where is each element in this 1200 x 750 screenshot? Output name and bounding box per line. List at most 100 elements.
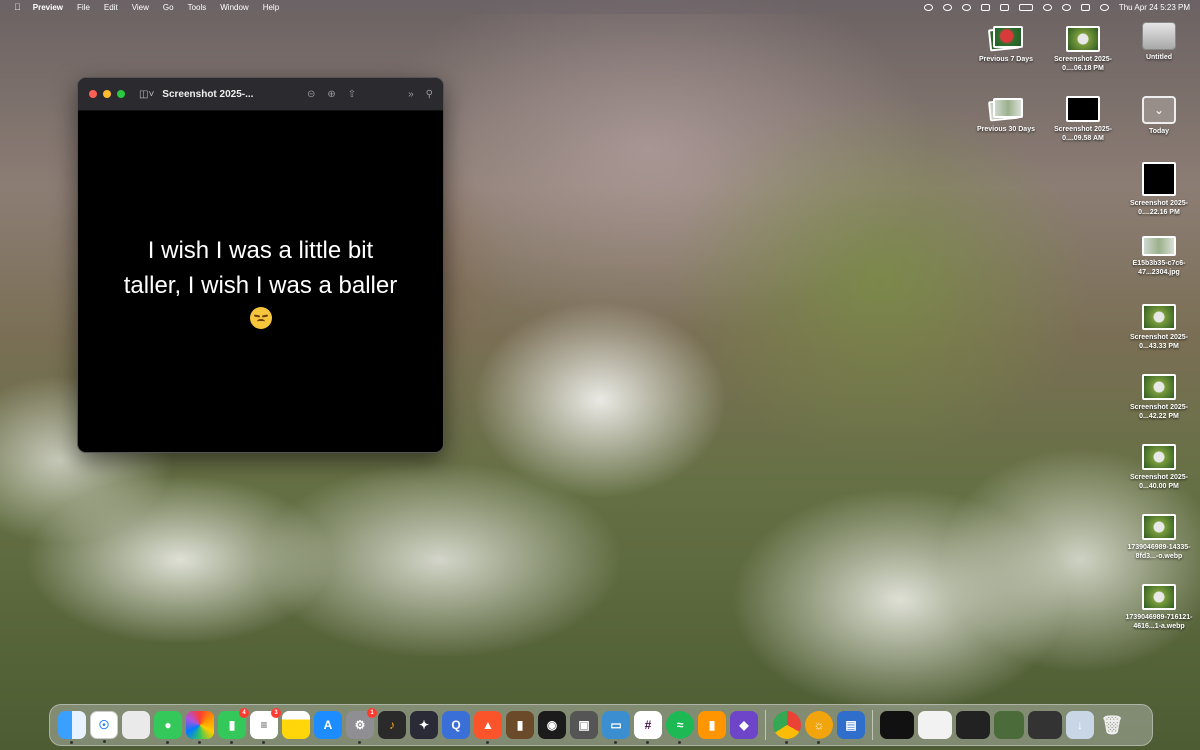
desktop-item-label: Previous 30 Days <box>977 126 1035 133</box>
desktop-item-previous-7-days[interactable]: Previous 7 Days <box>968 26 1044 64</box>
zoom-out-icon[interactable]: ⊝ <box>307 89 315 100</box>
desktop-item-screenshot-2[interactable]: Screenshot 2025-0....09.58 AM <box>1045 96 1121 143</box>
spotify-icon[interactable]: ≈ <box>666 711 694 744</box>
trash-icon[interactable]: 🗑 <box>1098 711 1126 739</box>
calibre-icon[interactable]: ▮ <box>506 711 534 739</box>
system-settings-icon[interactable]: ⚙ 1 <box>346 708 377 744</box>
menu-go[interactable]: Go <box>163 3 174 12</box>
zoom-button[interactable] <box>117 90 125 98</box>
document-content: I wish I was a little bit taller, I wish… <box>78 110 443 452</box>
search-icon[interactable]: ⚲ <box>426 89 433 100</box>
minimized-window-1-icon[interactable] <box>880 711 914 739</box>
downloads-stack-icon[interactable]: ↓ <box>1066 711 1094 739</box>
desktop-item-webp-2[interactable]: 1739046989-716121-4616...1-a.webp <box>1121 584 1197 631</box>
obsidian-icon[interactable]: ◆ <box>730 711 758 739</box>
image-thumbnail-icon <box>1142 584 1176 610</box>
desktop-item-label: 1739046989-716121-4616...1-a.webp <box>1125 614 1193 630</box>
spotlight-search-icon[interactable] <box>1061 3 1071 11</box>
menu-view[interactable]: View <box>132 3 149 12</box>
facetime-icon[interactable]: ▮ 4 <box>218 708 249 744</box>
desktop-item-label: Today <box>1148 128 1170 135</box>
pensive-face-icon <box>249 307 272 329</box>
quicktime-icon[interactable]: Q <box>442 711 470 739</box>
menu-app-name[interactable]: Preview <box>33 3 63 12</box>
reminders-icon[interactable]: ≡ 3 <box>250 708 281 744</box>
battery-icon[interactable] <box>1018 3 1033 11</box>
traffic-lights <box>89 90 125 98</box>
desktop-item-label: Screenshot 2025-0...40.00 PM <box>1130 474 1188 490</box>
desktop-item-screenshot-1[interactable]: Screenshot 2025-0....06.18 PM <box>1045 26 1121 73</box>
image-thumbnail-icon <box>1066 96 1100 122</box>
minimize-button[interactable] <box>103 90 111 98</box>
slack-icon[interactable]: # <box>634 711 662 744</box>
control-center-icon[interactable] <box>1080 3 1090 11</box>
messages-icon[interactable]: ● <box>154 711 182 744</box>
photos-icon[interactable] <box>186 711 214 744</box>
sidebar-toggle-icon[interactable]: ◫˅ <box>139 89 154 100</box>
wifi-icon[interactable] <box>1042 3 1052 11</box>
desktop-item-label: Screenshot 2025-0...43.33 PM <box>1130 334 1188 350</box>
volume-icon[interactable] <box>980 3 990 11</box>
menu-tools[interactable]: Tools <box>188 3 207 12</box>
minimized-window-3-icon[interactable] <box>956 711 990 739</box>
zoom-in-icon[interactable]: ⊕ <box>327 89 335 100</box>
document-text-line-1: I wish I was a little bit <box>147 237 374 264</box>
folder-icon: ⌄ <box>1142 96 1176 124</box>
menu-edit[interactable]: Edit <box>104 3 118 12</box>
garageband-icon[interactable]: ♪ <box>378 711 406 739</box>
books-icon[interactable]: ▮ <box>698 711 726 739</box>
close-button[interactable] <box>89 90 97 98</box>
menu-clock[interactable]: Thu Apr 24 5:23 PM <box>1119 3 1190 12</box>
notes-icon[interactable] <box>282 711 310 739</box>
brave-browser-icon[interactable]: ▲ <box>474 711 502 744</box>
play-icon[interactable] <box>942 3 952 11</box>
preview-app-icon[interactable]: ▤ <box>837 711 865 739</box>
desktop-item-label: Screenshot 2025-0....06.18 PM <box>1054 56 1112 72</box>
finder-icon[interactable] <box>58 711 86 744</box>
desktop-item-screenshot-5[interactable]: Screenshot 2025-0...42.22 PM <box>1121 374 1197 421</box>
launchpad-icon[interactable] <box>122 711 150 739</box>
disk-drive-icon <box>1142 22 1176 50</box>
davinci-resolve-icon[interactable]: ✦ <box>410 711 438 739</box>
chrome-icon[interactable] <box>773 711 801 744</box>
share-icon[interactable]: ⇧ <box>348 89 356 100</box>
app-store-icon[interactable]: A <box>314 711 342 739</box>
desktop-item-webp-1[interactable]: 1739046989-14335-8fd3...-o.webp <box>1121 514 1197 561</box>
desktop-item-screenshot-4[interactable]: Screenshot 2025-0...43.33 PM <box>1121 304 1197 351</box>
desktop-item-label: Screenshot 2025-0....09.58 AM <box>1054 126 1112 142</box>
image-thumbnail-icon <box>1142 444 1176 470</box>
user-icon[interactable] <box>923 3 933 11</box>
menu-window[interactable]: Window <box>220 3 248 12</box>
minimized-window-2-icon[interactable] <box>918 711 952 739</box>
reminders-badge: 3 <box>271 708 281 718</box>
apple-menu-icon[interactable]:  <box>14 2 21 12</box>
desktop-item-today-folder[interactable]: ⌄ Today <box>1121 96 1197 136</box>
desktop-item-screenshot-6[interactable]: Screenshot 2025-0...40.00 PM <box>1121 444 1197 491</box>
desktop-item-label: Screenshot 2025-0....22.16 PM <box>1130 200 1188 216</box>
screen-sharing-icon[interactable]: ▭ <box>602 711 630 744</box>
minimized-window-4-icon[interactable] <box>994 711 1024 739</box>
vlc-like-app-icon[interactable]: ☼ <box>805 711 833 744</box>
window-titlebar[interactable]: ◫˅ Screenshot 2025-... ⊝ ⊕ ⇧ » ⚲ <box>78 78 443 111</box>
image-thumbnail-icon <box>1142 236 1176 256</box>
desktop-item-previous-30-days[interactable]: Previous 30 Days <box>968 96 1044 134</box>
image-thumbnail-icon <box>1066 26 1100 52</box>
document-text-line-2: taller, I wish I was a baller <box>123 272 398 299</box>
more-tools-icon[interactable]: » <box>408 89 414 100</box>
desktop-item-label: Screenshot 2025-0...42.22 PM <box>1130 404 1188 420</box>
minimized-window-5-icon[interactable] <box>1028 711 1062 739</box>
photo-stack-icon <box>987 26 1023 52</box>
dock: ☉ ● ▮ 4 ≡ 3 A ⚙ 1 ♪ ✦ Q ▲ ▮ ◉ ▣ ▭ # ≈ ▮ ◆ ☼… <box>49 704 1153 746</box>
menu-file[interactable]: File <box>77 3 90 12</box>
safari-icon[interactable]: ☉ <box>90 711 118 743</box>
menu-help[interactable]: Help <box>263 3 279 12</box>
obs-icon[interactable]: ◉ <box>538 711 566 739</box>
desktop-item-screenshot-3[interactable]: Screenshot 2025-0....22.16 PM <box>1121 162 1197 217</box>
desktop-item-jpg[interactable]: E15b3b35-c7c6-47...2304.jpg <box>1121 236 1197 277</box>
bluetooth-icon[interactable] <box>999 3 1009 11</box>
image-thumbnail-icon <box>1142 374 1176 400</box>
siri-icon[interactable] <box>1099 3 1109 11</box>
desktop-item-untitled-disk[interactable]: Untitled <box>1121 22 1197 62</box>
screenshot-app-icon[interactable]: ▣ <box>570 711 598 739</box>
focus-moon-icon[interactable] <box>961 3 971 11</box>
